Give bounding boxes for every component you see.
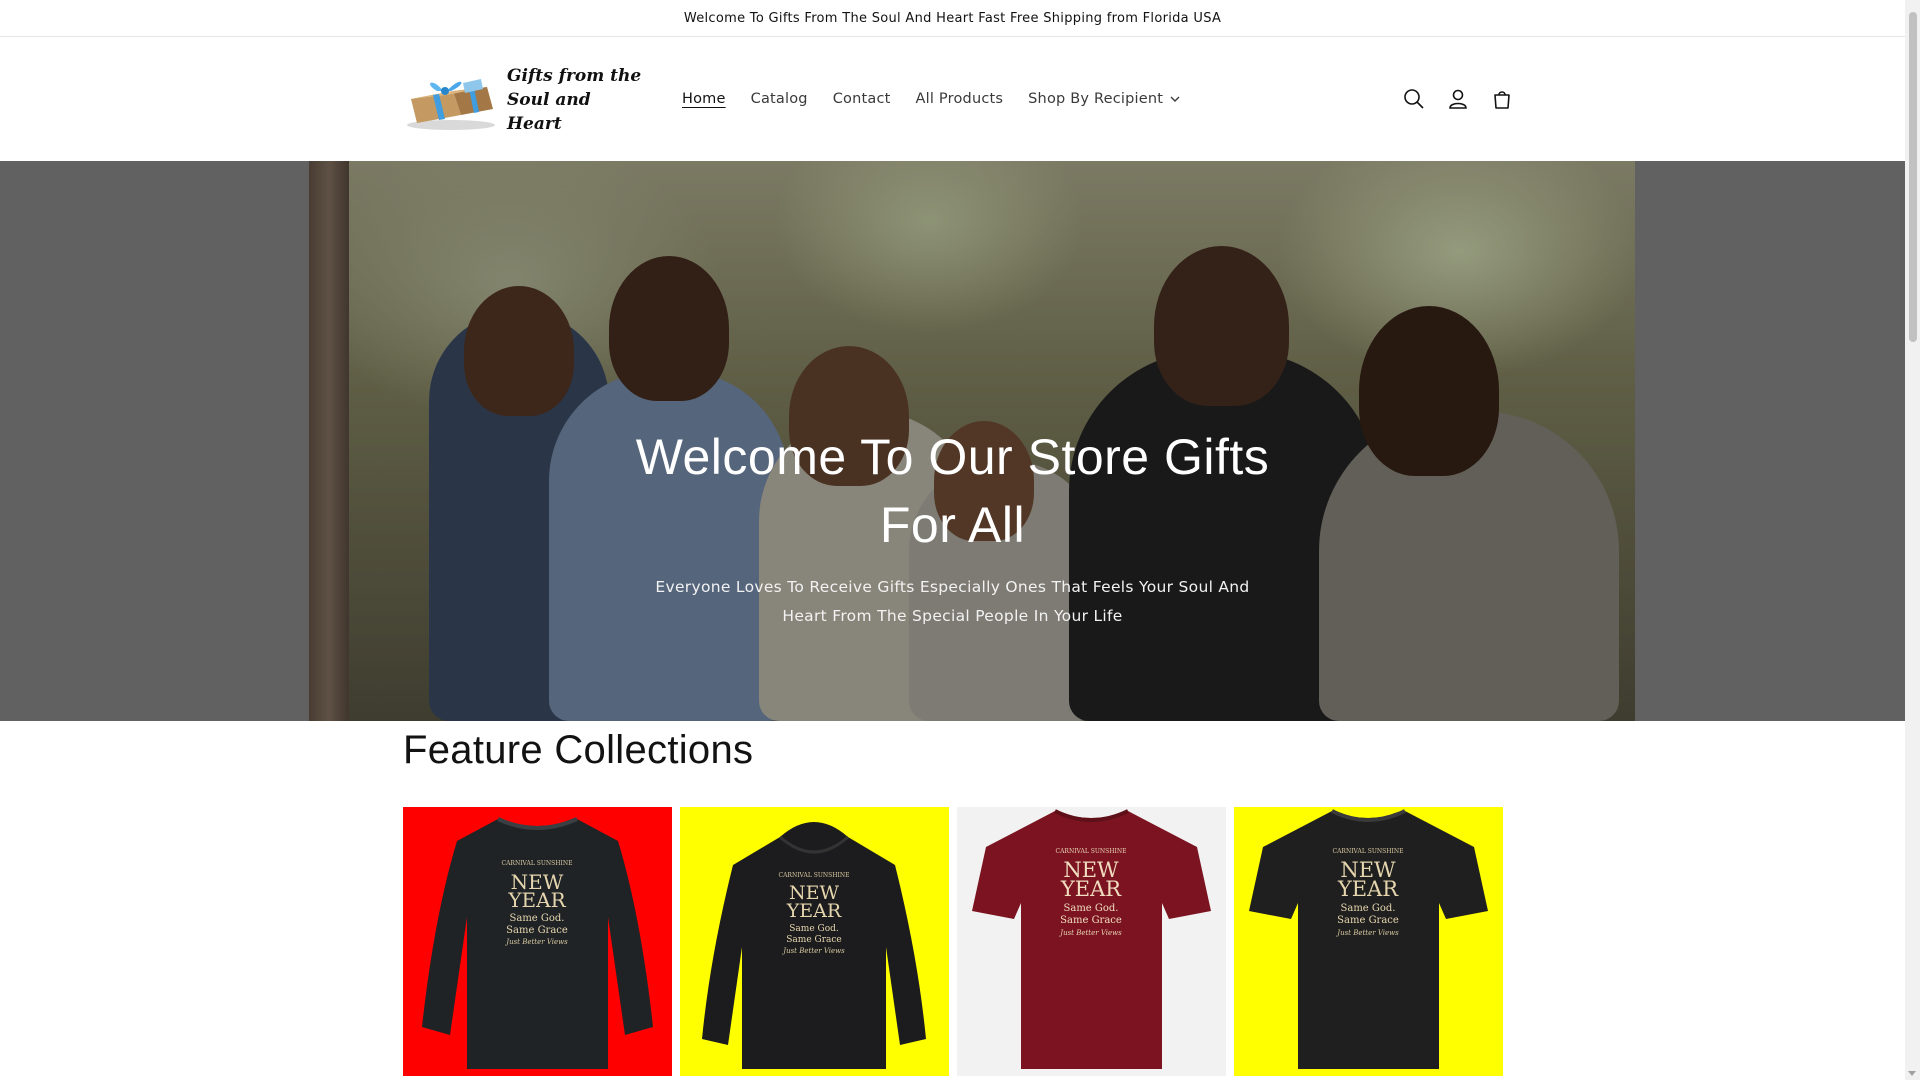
svg-text:Same God.: Same God. [510,913,565,924]
announcement-text: Welcome To Gifts From The Soul And Heart… [683,10,1222,26]
scrollbar-thumb[interactable] [1909,12,1917,342]
svg-text:Just Better Views: Just Better Views [1058,929,1122,937]
svg-text:Same Grace: Same Grace [786,935,841,945]
svg-text:YEAR: YEAR [1060,877,1122,901]
nav-item-label: All Products [915,90,1004,107]
hero-subtitle: Everyone Loves To Receive Gifts Especial… [655,578,1250,625]
svg-text:Just Better Views: Just Better Views [1335,929,1399,937]
svg-text:CARNIVAL SUNSHINE: CARNIVAL SUNSHINE [1333,848,1404,855]
main-nav: Home Catalog Contact All Products Shop B… [682,37,1205,160]
scroll-down-arrow-icon[interactable] [1908,1071,1916,1076]
cart-icon[interactable] [1489,86,1515,112]
svg-text:Just Better Views: Just Better Views [781,947,845,955]
account-icon[interactable] [1445,86,1471,112]
nav-item-home[interactable]: Home [682,91,726,107]
nav-item-label: Catalog [750,90,808,107]
svg-text:Same God.: Same God. [1341,903,1396,914]
nav-item-contact[interactable]: Contact [833,91,891,107]
announcement-bar: Welcome To Gifts From The Soul And Heart… [0,0,1905,37]
collection-card-black-tee[interactable]: CARNIVAL SUNSHINE NEW YEAR Same God. Sam… [1234,807,1503,1076]
nav-item-label: Home [682,90,726,107]
collection-card-hoodie[interactable]: CARNIVAL SUNSHINE NEW YEAR Same God. Sam… [680,807,949,1076]
logo-text: Gifts from the Soul and Heart [507,64,648,136]
svg-text:YEAR: YEAR [507,888,566,912]
nav-item-shop-by-recipient[interactable]: Shop By Recipient [1028,91,1180,107]
product-image: CARNIVAL SUNSHINE NEW YEAR Same God. Sam… [957,807,1226,1076]
feature-collections-title: Feature Collections [403,728,754,772]
logo-line2: Soul and Heart [507,90,591,134]
svg-text:Same God.: Same God. [1064,903,1119,914]
product-image: CARNIVAL SUNSHINE NEW YEAR Same God. Sam… [1234,807,1503,1076]
svg-text:Same Grace: Same Grace [1337,915,1399,926]
hero-banner: Welcome To Our Store Gifts For All Every… [0,161,1905,721]
hero-title: Welcome To Our Store Gifts For All [635,429,1270,553]
collection-card-long-sleeve[interactable]: CARNIVAL SUNSHINE NEW YEAR Same God. Sam… [403,807,672,1076]
collection-card-maroon-tee[interactable]: CARNIVAL SUNSHINE NEW YEAR Same God. Sam… [957,807,1226,1076]
svg-text:Same Grace: Same Grace [1060,915,1122,926]
site-header: Gifts from the Soul and Heart Home Catal… [0,37,1905,160]
header-icons [1401,37,1515,160]
nav-item-label: Contact [832,90,891,107]
chevron-down-icon [1170,96,1180,102]
svg-text:CARNIVAL SUNSHINE: CARNIVAL SUNSHINE [502,860,573,867]
page: Welcome To Gifts From The Soul And Heart… [0,0,1905,1080]
svg-text:YEAR: YEAR [786,900,842,922]
product-image: CARNIVAL SUNSHINE NEW YEAR Same God. Sam… [680,807,949,1076]
svg-text:CARNIVAL SUNSHINE: CARNIVAL SUNSHINE [779,872,850,879]
hero-content: Welcome To Our Store Gifts For All Every… [0,423,1905,631]
page-scrollbar[interactable] [1905,0,1920,1080]
svg-text:Same God.: Same God. [789,924,839,934]
svg-text:Just Better Views: Just Better Views [504,938,568,946]
nav-item-catalog[interactable]: Catalog [751,91,808,107]
svg-text:CARNIVAL SUNSHINE: CARNIVAL SUNSHINE [1056,848,1127,855]
svg-text:Same Grace: Same Grace [506,925,568,936]
nav-item-all-products[interactable]: All Products [916,91,1004,107]
gift-box-icon [403,69,499,131]
collection-grid: CARNIVAL SUNSHINE NEW YEAR Same God. Sam… [403,807,1503,1076]
product-image: CARNIVAL SUNSHINE NEW YEAR Same God. Sam… [403,807,672,1076]
search-icon[interactable] [1401,86,1427,112]
nav-item-label: Shop By Recipient [1028,90,1164,107]
svg-text:YEAR: YEAR [1337,877,1399,901]
logo-line1: Gifts from the [507,66,642,86]
store-logo[interactable]: Gifts from the Soul and Heart [403,61,648,139]
